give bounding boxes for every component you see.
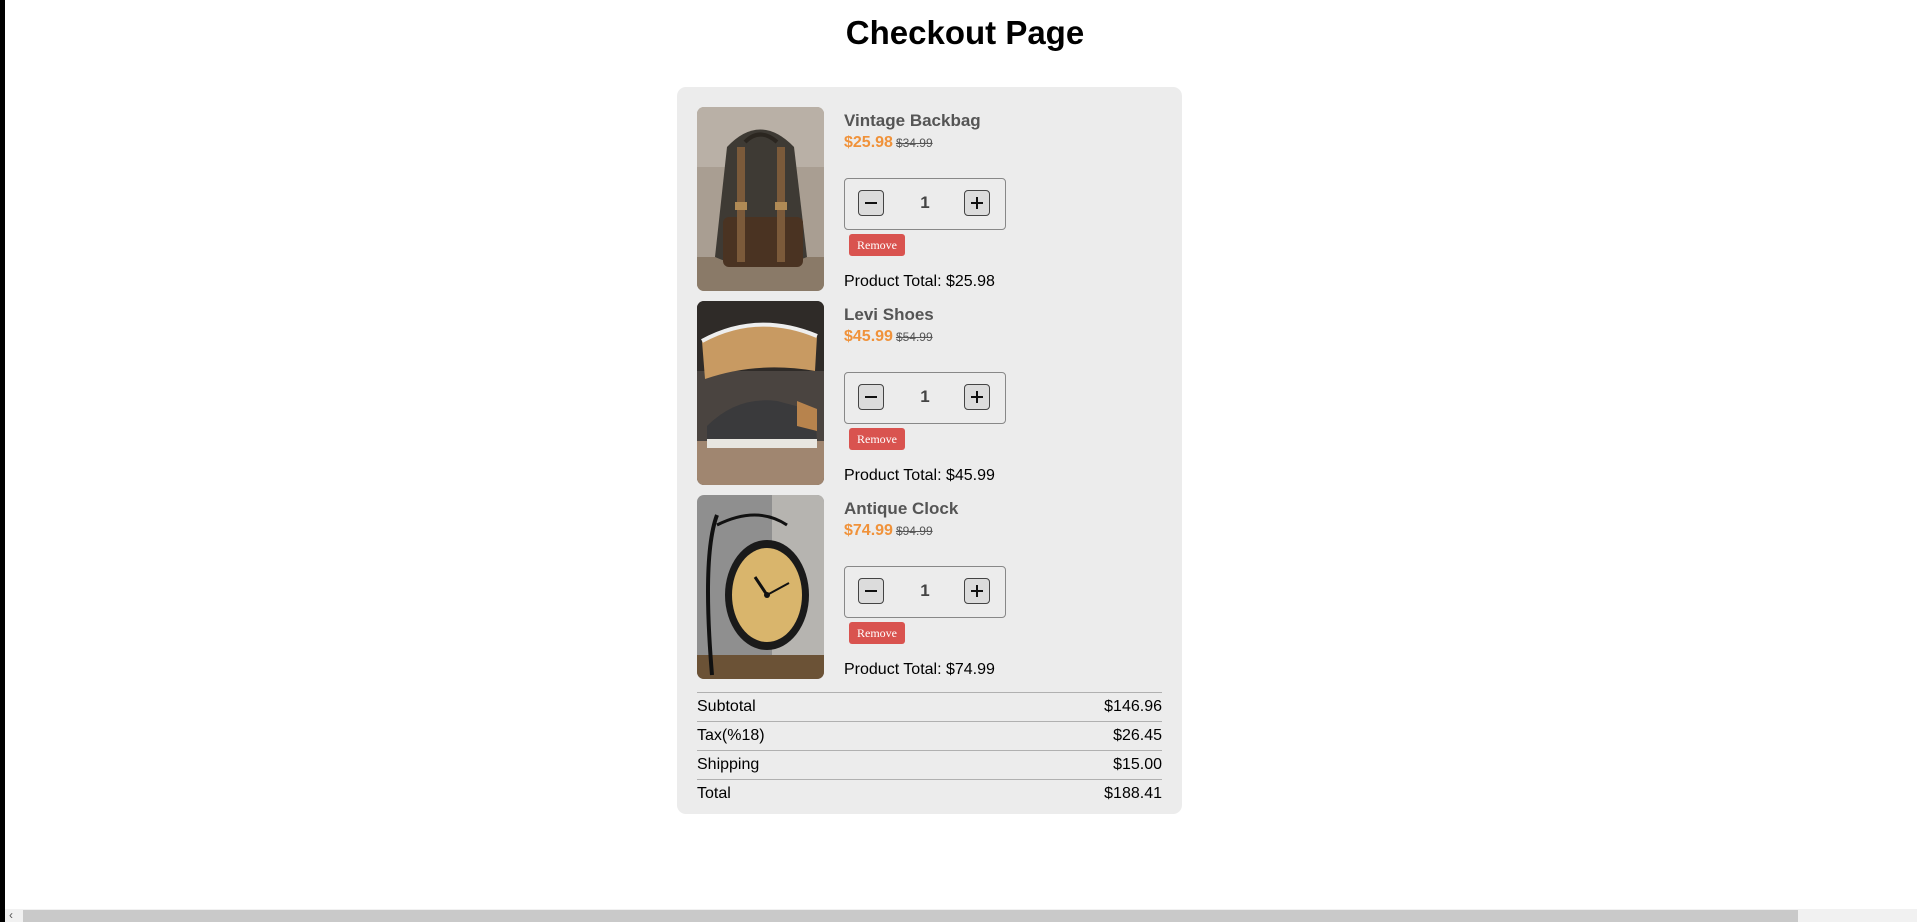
tax-label: Tax(%18) (697, 727, 765, 744)
product-name: Antique Clock (844, 499, 959, 518)
increase-quantity-button[interactable] (964, 384, 990, 410)
product-name: Vintage Backbag (844, 111, 981, 130)
product-info: Levi Shoes $45.99 $54.99 1 Remove Product… (844, 301, 1167, 487)
chevron-left-icon[interactable]: ‹ (9, 909, 13, 922)
product-image-backpack (697, 107, 824, 291)
original-price: $94.99 (895, 524, 933, 538)
shipping-row: Shipping $15.00 (697, 750, 1162, 779)
minus-icon (865, 590, 877, 592)
subtotal-value: $146.96 (1104, 698, 1162, 715)
product-total: Product Total: $25.98 (844, 273, 995, 290)
shipping-value: $15.00 (1113, 756, 1162, 773)
sale-price: $45.99 (844, 328, 893, 345)
quantity-stepper: 1 (844, 178, 1006, 230)
plus-icon (971, 585, 983, 597)
product-price: $74.99 $94.99 (844, 522, 933, 540)
product-price: $25.98 $34.99 (844, 134, 933, 152)
product-total: Product Total: $45.99 (844, 467, 995, 484)
cart-item: Levi Shoes $45.99 $54.99 1 Remove Product… (697, 301, 1167, 487)
scrollbar-thumb[interactable] (23, 910, 1798, 922)
order-summary: Subtotal $146.96 Tax(%18) $26.45 Shippin… (697, 692, 1162, 808)
product-image-clock (697, 495, 824, 679)
increase-quantity-button[interactable] (964, 190, 990, 216)
horizontal-scrollbar[interactable]: ‹ (5, 909, 1917, 922)
subtotal-label: Subtotal (697, 698, 756, 715)
product-image-shoes (697, 301, 824, 485)
shipping-label: Shipping (697, 756, 760, 773)
remove-button[interactable]: Remove (849, 234, 905, 256)
quantity-stepper: 1 (844, 566, 1006, 618)
product-price: $45.99 $54.99 (844, 328, 933, 346)
cart-item: Antique Clock $74.99 $94.99 1 Remove Prod… (697, 495, 1167, 681)
remove-button[interactable]: Remove (849, 622, 905, 644)
total-value: $188.41 (1104, 785, 1162, 802)
product-total: Product Total: $74.99 (844, 661, 995, 678)
product-info: Vintage Backbag $25.98 $34.99 1 Remove Pr… (844, 107, 1167, 293)
quantity-value: 1 (920, 193, 930, 212)
total-label: Total (697, 785, 731, 802)
plus-icon (971, 391, 983, 403)
page-title: Checkout Page (845, 14, 1085, 51)
decrease-quantity-button[interactable] (858, 578, 884, 604)
tax-value: $26.45 (1113, 727, 1162, 744)
cart-item: Vintage Backbag $25.98 $34.99 1 Remove Pr… (697, 107, 1167, 293)
minus-icon (865, 202, 877, 204)
increase-quantity-button[interactable] (964, 578, 990, 604)
minus-icon (865, 396, 877, 398)
cart-card: Vintage Backbag $25.98 $34.99 1 Remove Pr… (677, 87, 1182, 814)
original-price: $34.99 (895, 136, 933, 150)
subtotal-row: Subtotal $146.96 (697, 692, 1162, 721)
decrease-quantity-button[interactable] (858, 190, 884, 216)
tax-row: Tax(%18) $26.45 (697, 721, 1162, 750)
quantity-value: 1 (920, 387, 930, 406)
product-name: Levi Shoes (844, 305, 934, 324)
remove-button[interactable]: Remove (849, 428, 905, 450)
original-price: $54.99 (895, 330, 933, 344)
quantity-value: 1 (920, 581, 930, 600)
decrease-quantity-button[interactable] (858, 384, 884, 410)
plus-icon (971, 197, 983, 209)
sale-price: $74.99 (844, 522, 893, 539)
product-info: Antique Clock $74.99 $94.99 1 Remove Prod… (844, 495, 1167, 681)
window-left-edge (0, 0, 5, 922)
sale-price: $25.98 (844, 134, 893, 151)
quantity-stepper: 1 (844, 372, 1006, 424)
total-row: Total $188.41 (697, 779, 1162, 808)
